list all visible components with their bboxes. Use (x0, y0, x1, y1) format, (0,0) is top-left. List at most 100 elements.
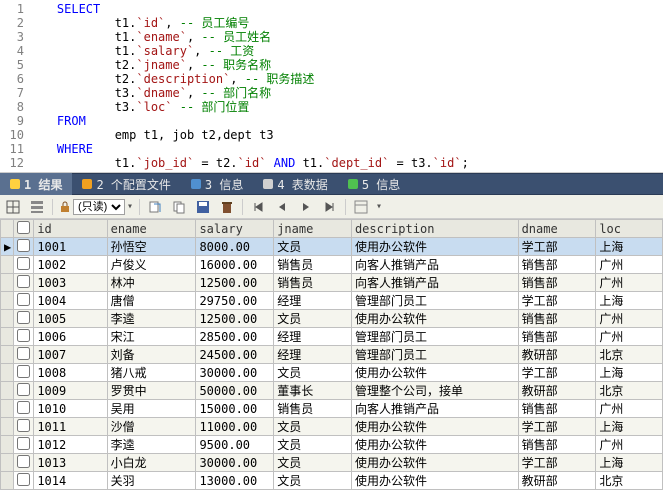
filter-icon[interactable] (352, 198, 370, 216)
col-dname[interactable]: dname (518, 220, 596, 238)
cell-jname[interactable]: 文员 (274, 436, 352, 454)
code-area[interactable]: SELECT t1.`id`, -- 员工编号 t1.`ename`, -- 员… (28, 0, 663, 172)
cell-id[interactable]: 1002 (34, 256, 107, 274)
cell-jname[interactable]: 经理 (274, 292, 352, 310)
row-checkbox[interactable] (14, 346, 34, 364)
cell-jname[interactable]: 文员 (274, 454, 352, 472)
table-row[interactable]: 1007刘备24500.00经理管理部门员工教研部北京 (1, 346, 663, 364)
cell-description[interactable]: 管理部门员工 (351, 328, 518, 346)
cell-salary[interactable]: 30000.00 (196, 454, 274, 472)
cell-loc[interactable]: 北京 (596, 346, 663, 364)
cell-id[interactable]: 1005 (34, 310, 107, 328)
cell-jname[interactable]: 经理 (274, 346, 352, 364)
cell-jname[interactable]: 销售员 (274, 400, 352, 418)
cell-salary[interactable]: 29750.00 (196, 292, 274, 310)
tab-5信息[interactable]: 5 信息 (338, 173, 410, 195)
cell-dname[interactable]: 学工部 (518, 292, 596, 310)
col-id[interactable]: id (34, 220, 107, 238)
prev-icon[interactable] (273, 198, 291, 216)
cell-jname[interactable]: 文员 (274, 472, 352, 490)
cell-id[interactable]: 1004 (34, 292, 107, 310)
cell-description[interactable]: 向客人推销产品 (351, 400, 518, 418)
copy-icon[interactable] (170, 198, 188, 216)
cell-description[interactable]: 向客人推销产品 (351, 274, 518, 292)
cell-id[interactable]: 1013 (34, 454, 107, 472)
cell-loc[interactable]: 上海 (596, 454, 663, 472)
cell-id[interactable]: 1010 (34, 400, 107, 418)
cell-ename[interactable]: 关羽 (107, 472, 196, 490)
cell-loc[interactable]: 广州 (596, 310, 663, 328)
cell-salary[interactable]: 24500.00 (196, 346, 274, 364)
cell-salary[interactable]: 16000.00 (196, 256, 274, 274)
row-checkbox[interactable] (14, 364, 34, 382)
result-grid[interactable]: idenamesalaryjnamedescriptiondnameloc▶10… (0, 219, 663, 490)
cell-loc[interactable]: 上海 (596, 364, 663, 382)
col-salary[interactable]: salary (196, 220, 274, 238)
cell-loc[interactable]: 广州 (596, 256, 663, 274)
save-icon[interactable] (194, 198, 212, 216)
cell-id[interactable]: 1006 (34, 328, 107, 346)
cell-jname[interactable]: 销售员 (274, 274, 352, 292)
cell-loc[interactable]: 广州 (596, 274, 663, 292)
cell-loc[interactable]: 北京 (596, 382, 663, 400)
table-row[interactable]: 1014关羽13000.00文员使用办公软件教研部北京 (1, 472, 663, 490)
cell-description[interactable]: 管理部门员工 (351, 292, 518, 310)
cell-salary[interactable]: 13000.00 (196, 472, 274, 490)
table-row[interactable]: 1003林冲12500.00销售员向客人推销产品销售部广州 (1, 274, 663, 292)
tab-1结果[interactable]: 1 结果 (0, 173, 72, 195)
readonly-select[interactable]: (只读) (73, 199, 125, 215)
row-checkbox[interactable] (14, 382, 34, 400)
cell-description[interactable]: 使用办公软件 (351, 454, 518, 472)
cell-description[interactable]: 使用办公软件 (351, 364, 518, 382)
form-view-icon[interactable] (28, 198, 46, 216)
cell-loc[interactable]: 上海 (596, 238, 663, 256)
cell-ename[interactable]: 林冲 (107, 274, 196, 292)
row-checkbox[interactable] (14, 292, 34, 310)
cell-description[interactable]: 使用办公软件 (351, 472, 518, 490)
row-checkbox[interactable] (14, 436, 34, 454)
cell-salary[interactable]: 12500.00 (196, 310, 274, 328)
checkbox-header[interactable] (14, 220, 34, 238)
row-checkbox[interactable] (14, 454, 34, 472)
cell-id[interactable]: 1009 (34, 382, 107, 400)
cell-salary[interactable]: 28500.00 (196, 328, 274, 346)
cell-dname[interactable]: 销售部 (518, 274, 596, 292)
cell-jname[interactable]: 销售员 (274, 256, 352, 274)
row-checkbox[interactable] (14, 256, 34, 274)
cell-loc[interactable]: 广州 (596, 436, 663, 454)
col-description[interactable]: description (351, 220, 518, 238)
col-jname[interactable]: jname (274, 220, 352, 238)
cell-ename[interactable]: 卢俊义 (107, 256, 196, 274)
cell-ename[interactable]: 猪八戒 (107, 364, 196, 382)
cell-ename[interactable]: 罗贯中 (107, 382, 196, 400)
cell-description[interactable]: 管理部门员工 (351, 346, 518, 364)
table-row[interactable]: 1010吴用15000.00销售员向客人推销产品销售部广州 (1, 400, 663, 418)
cell-dname[interactable]: 销售部 (518, 328, 596, 346)
cell-dname[interactable]: 教研部 (518, 472, 596, 490)
table-row[interactable]: 1012李逵9500.00文员使用办公软件销售部广州 (1, 436, 663, 454)
cell-salary[interactable]: 12500.00 (196, 274, 274, 292)
cell-ename[interactable]: 沙僧 (107, 418, 196, 436)
cell-description[interactable]: 使用办公软件 (351, 418, 518, 436)
cell-dname[interactable]: 学工部 (518, 364, 596, 382)
export-icon[interactable] (146, 198, 164, 216)
table-row[interactable]: 1004唐僧29750.00经理管理部门员工学工部上海 (1, 292, 663, 310)
cell-ename[interactable]: 刘备 (107, 346, 196, 364)
cell-jname[interactable]: 文员 (274, 238, 352, 256)
row-checkbox[interactable] (14, 418, 34, 436)
cell-salary[interactable]: 50000.00 (196, 382, 274, 400)
table-row[interactable]: 1013小白龙30000.00文员使用办公软件学工部上海 (1, 454, 663, 472)
table-row[interactable]: 1005李逵12500.00文员使用办公软件销售部广州 (1, 310, 663, 328)
col-ename[interactable]: ename (107, 220, 196, 238)
table-row[interactable]: 1011沙僧11000.00文员使用办公软件学工部上海 (1, 418, 663, 436)
col-loc[interactable]: loc (596, 220, 663, 238)
cell-loc[interactable]: 上海 (596, 418, 663, 436)
cell-dname[interactable]: 学工部 (518, 454, 596, 472)
cell-salary[interactable]: 8000.00 (196, 238, 274, 256)
table-row[interactable]: ▶1001孙悟空8000.00文员使用办公软件学工部上海 (1, 238, 663, 256)
cell-loc[interactable]: 广州 (596, 328, 663, 346)
table-row[interactable]: 1006宋江28500.00经理管理部门员工销售部广州 (1, 328, 663, 346)
cell-dname[interactable]: 学工部 (518, 418, 596, 436)
row-checkbox[interactable] (14, 472, 34, 490)
cell-id[interactable]: 1012 (34, 436, 107, 454)
